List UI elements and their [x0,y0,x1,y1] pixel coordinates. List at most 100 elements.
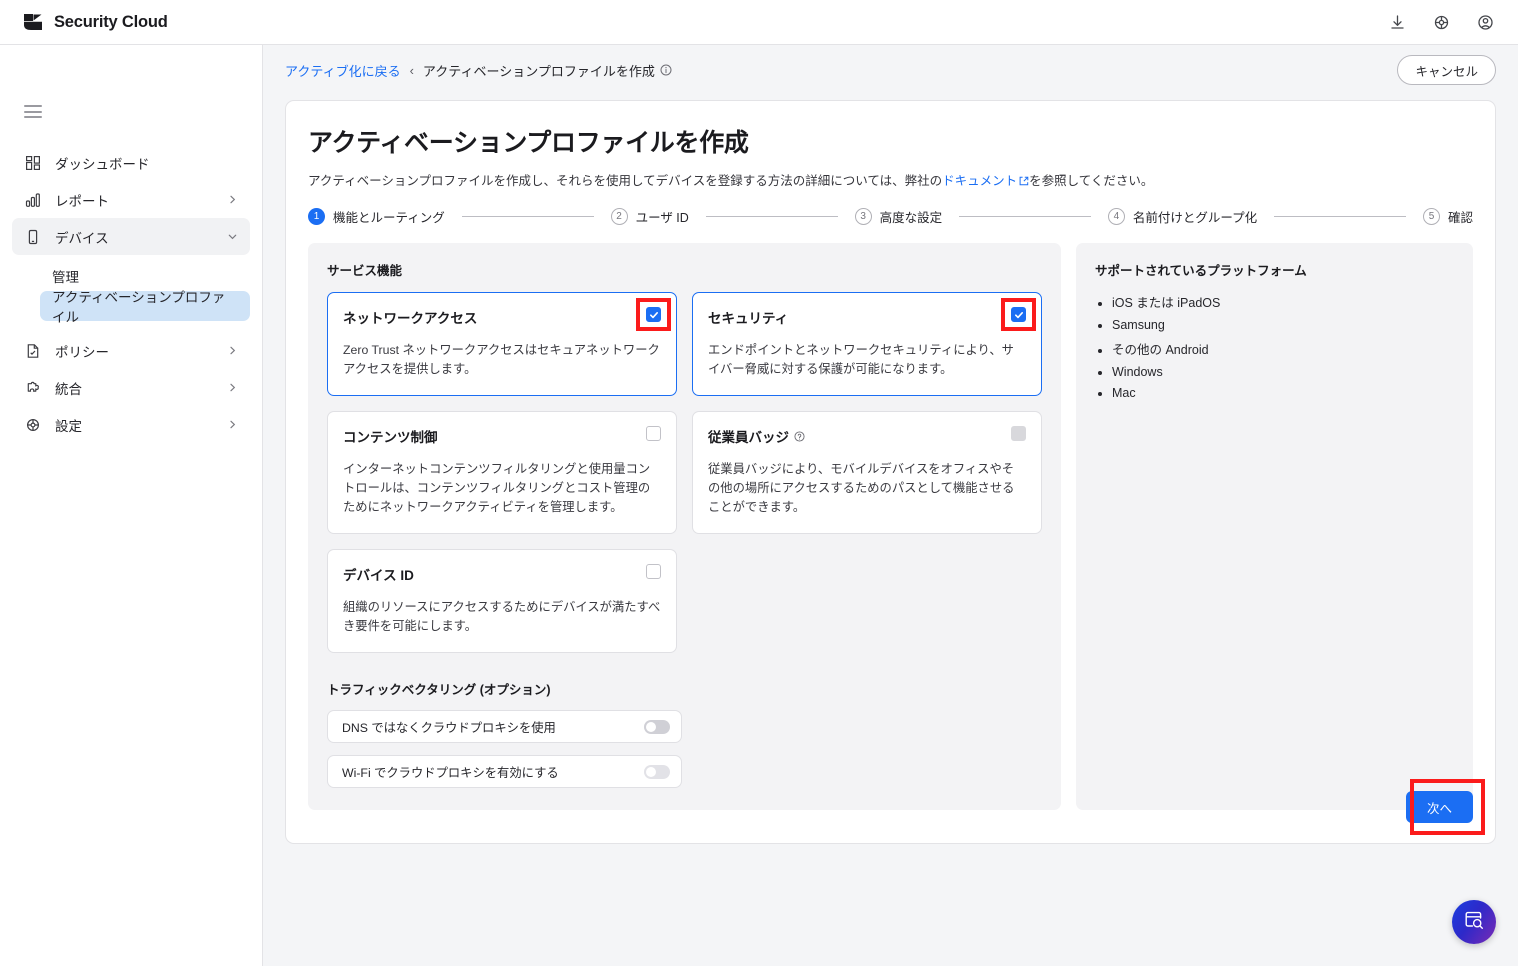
sidebar-item-dashboard[interactable]: ダッシュボード [12,144,250,181]
step-label: 高度な設定 [879,211,943,225]
account-icon[interactable] [1474,11,1496,33]
step-3[interactable]: 3 高度な設定 [854,207,943,226]
download-icon[interactable] [1386,11,1408,33]
toggle-row-cloud-proxy-wifi[interactable]: Wi-Fi でクラウドプロキシを有効にする [327,755,682,789]
sidebar: ダッシュボード レポート デバイス 管理 アクティベーションプロファイル ポリシ… [0,45,263,966]
feature-card-description: エンドポイントとネットワークセキュリティにより、サイバー脅威に対する保護が可能に… [708,343,1014,377]
feature-card-description: Zero Trust ネットワークアクセスはセキュアネットワークアクセスを提供し… [343,343,660,377]
documentation-link[interactable]: ドキュメント [942,174,1017,188]
sidebar-item-devices[interactable]: デバイス [12,218,250,255]
sidebar-item-label: ポリシー [55,344,109,360]
feature-card-header: コンテンツ制御 [343,426,661,446]
chevron-right-icon [227,382,238,393]
sidebar-item-policy[interactable]: ポリシー [12,332,250,369]
feature-card-header: ネットワークアクセス [343,298,671,331]
feature-card-device-id[interactable]: デバイス ID 組織のリソースにアクセスするためにデバイスが満たすべき要件を可能… [327,549,677,654]
traffic-vectoring-heading: トラフィックベクタリング (オプション) [327,683,551,698]
page-title: アクティベーションプロファイルを作成 [308,129,749,157]
top-header-bar: Security Cloud [0,0,1518,45]
page-description-before: アクティベーションプロファイルを作成し、それらを使用してデバイスを登録する方法の… [308,174,943,188]
wizard-card: アクティベーションプロファイルを作成 アクティベーションプロファイルを作成し、そ… [285,100,1496,844]
list-item: Samsung [1112,318,1454,332]
sidebar-subitem-label: アクティベーションプロファイル [52,290,226,325]
sidebar-item-label: 設定 [55,418,82,434]
feature-card-employee-badge[interactable]: 従業員バッジ 従業員バッジにより、モバイルデバイスをオフィスやその他の場所にアク… [692,411,1042,535]
chevron-right-icon [227,194,238,205]
step-number: 5 [1422,208,1440,225]
feature-checkbox-device-id[interactable] [646,564,661,580]
feature-checkbox-content-control[interactable] [646,426,661,442]
supported-platforms-panel: サポートされているプラットフォーム iOS または iPadOS Samsung… [1076,243,1473,811]
sidebar-item-label: 統合 [55,381,82,397]
breadcrumb-back-link[interactable]: アクティブ化に戻る [285,61,401,80]
list-item: Mac [1112,386,1454,400]
toggle-switch-cloud-proxy-dns[interactable] [644,719,670,734]
step-label: ユーザ ID [635,211,689,225]
main-header: アクティブ化に戻る ‹ アクティベーションプロファイルを作成 キャンセル [263,45,1518,95]
feature-checkbox-network-access[interactable] [646,307,661,322]
feature-card-title: デバイス ID [343,568,414,584]
feature-card-content-control[interactable]: コンテンツ制御 インターネットコンテンツフィルタリングと使用量コントロールは、コ… [327,411,677,535]
sidebar-item-settings[interactable]: 設定 [12,406,250,443]
window-search-icon [1463,909,1485,936]
toggle-switch-cloud-proxy-wifi[interactable] [644,764,670,779]
step-1[interactable]: 1 機能とルーティング [308,207,445,226]
support-search-fab[interactable] [1452,900,1496,944]
app-root: Security Cloud ダッシュボード レポート デバイス 管理 アクティ… [0,0,1518,966]
feature-card-title: 従業員バッジ [708,426,805,446]
highlight-box-next-button [1410,779,1485,835]
info-circle-icon[interactable] [660,64,672,76]
feature-card-title: コンテンツ制御 [343,430,438,446]
step-label: 機能とルーティング [333,211,445,225]
policy-document-icon [24,342,42,360]
list-item: iOS または iPadOS [1112,292,1454,311]
sidebar-item-integrations[interactable]: 統合 [12,369,250,406]
list-item: その他の Android [1112,339,1454,358]
list-item: Windows [1112,365,1454,379]
main-content: アクティブ化に戻る ‹ アクティベーションプロファイルを作成 キャンセル アクテ… [263,45,1518,966]
service-features-heading: サービス機能 [327,264,403,278]
step-number: 3 [854,208,872,225]
hamburger-menu-icon[interactable] [24,105,42,118]
breadcrumb-separator: ‹ [409,62,414,78]
brand: Security Cloud [0,11,168,33]
sidebar-nav: ダッシュボード レポート デバイス 管理 アクティベーションプロファイル ポリシ… [0,144,262,443]
sidebar-item-label: ダッシュボード [55,156,150,172]
step-connector [959,216,1091,217]
toggle-label: DNS ではなくクラウドプロキシを使用 [342,720,556,735]
chevron-right-icon [227,419,238,430]
feature-card-description: 従業員バッジにより、モバイルデバイスをオフィスやその他の場所にアクセスするための… [708,462,1015,515]
feature-card-title: ネットワークアクセス [343,311,478,326]
step-number: 1 [308,208,325,225]
sidebar-item-reports[interactable]: レポート [12,181,250,218]
feature-column-right: セキュリティ エンドポイントとネットワークセキュリティにより、サイバー脅威に対す… [692,292,1042,535]
step-label: 名前付けとグループ化 [1132,211,1258,225]
cancel-button[interactable]: キャンセル [1397,55,1496,85]
step-2[interactable]: 2 ユーザ ID [610,207,689,226]
breadcrumb-current-label: アクティベーションプロファイルを作成 [422,63,655,79]
mobile-device-icon [24,228,42,246]
wizard-stepper: 1 機能とルーティング 2 ユーザ ID 3 高度な設定 4 名前付けとグループ… [308,207,1473,226]
feature-card-security[interactable]: セキュリティ エンドポイントとネットワークセキュリティにより、サイバー脅威に対す… [692,292,1042,397]
feature-card-header: デバイス ID [343,564,661,584]
feature-card-description: インターネットコンテンツフィルタリングと使用量コントロールは、コンテンツフィルタ… [343,462,651,515]
feature-card-title-text: 従業員バッジ [708,430,789,446]
settings-gear-icon [24,416,42,434]
sidebar-item-activation-profile[interactable]: アクティベーションプロファイル [40,290,250,325]
feature-card-grid: ネットワークアクセス Zero Trust ネットワークアクセスはセキュアネット… [327,292,1042,654]
security-cloud-logo-icon [22,11,44,33]
feature-card-header: セキュリティ [708,298,1036,331]
gear-icon[interactable] [1430,11,1452,33]
sidebar-subnav: 管理 アクティベーションプロファイル [0,261,262,325]
top-header-actions [1386,11,1518,33]
feature-column-left: ネットワークアクセス Zero Trust ネットワークアクセスはセキュアネット… [327,292,677,654]
feature-card-network-access[interactable]: ネットワークアクセス Zero Trust ネットワークアクセスはセキュアネット… [327,292,677,397]
toggle-label: Wi-Fi でクラウドプロキシを有効にする [342,765,559,780]
page-description-after: を参照してください。 [1029,174,1154,188]
dashboard-grid-icon [24,154,42,172]
step-5[interactable]: 5 確認 [1422,207,1473,226]
toggle-row-cloud-proxy-dns[interactable]: DNS ではなくクラウドプロキシを使用 [327,710,682,744]
step-4[interactable]: 4 名前付けとグループ化 [1107,207,1258,226]
help-circle-icon[interactable] [794,431,805,442]
feature-checkbox-security[interactable] [1011,307,1026,322]
